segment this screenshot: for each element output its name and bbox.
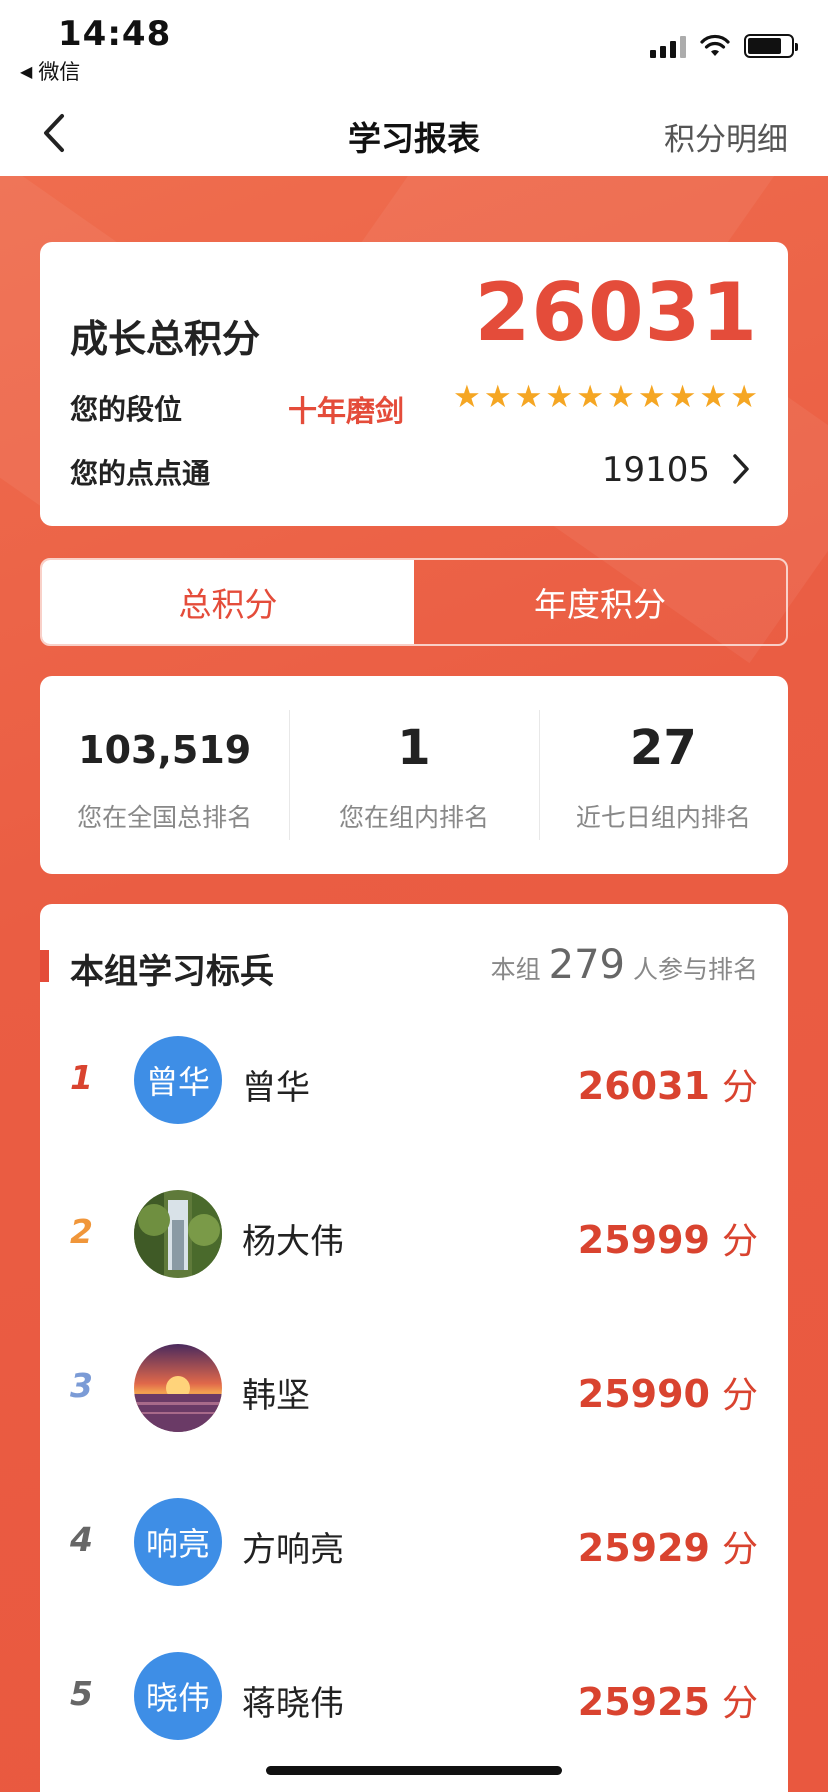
- score-value: 25929: [577, 1526, 710, 1570]
- stat-value: 1: [397, 720, 431, 776]
- avatar: 晓伟: [134, 1652, 222, 1740]
- stat-weekly-group-rank: 27 近七日组内排名: [538, 676, 788, 874]
- row-rank: 2: [70, 1212, 93, 1251]
- leaderboard-row[interactable]: 4 响亮 方响亮 25929 分: [40, 1492, 788, 1592]
- total-score: 26031: [474, 266, 758, 359]
- leaderboard-row[interactable]: 5 晓伟 蒋晓伟 25925 分: [40, 1646, 788, 1746]
- avatar: 响亮: [134, 1498, 222, 1586]
- points-value[interactable]: 19105: [602, 450, 710, 490]
- star-icon: ★: [668, 379, 697, 415]
- row-rank: 5: [70, 1674, 93, 1713]
- row-name: 韩坚: [242, 1376, 310, 1416]
- stat-value: 103,519: [78, 728, 252, 772]
- nav-bar: 学习报表 积分明细: [0, 90, 828, 176]
- leaderboard-card: 本组学习标兵 本组 279 人参与排名 1 曾华 曾华 26031 分 2 杨大…: [40, 904, 788, 1792]
- star-icon: ★: [699, 379, 728, 415]
- participant-info: 本组 279 人参与排名: [491, 942, 758, 988]
- leaderboard-row[interactable]: 2 杨大伟 25999 分: [40, 1184, 788, 1284]
- row-rank: 3: [70, 1366, 93, 1405]
- score-value: 25925: [577, 1680, 710, 1724]
- score-unit: 分: [721, 1221, 758, 1262]
- row-score: 25929 分: [578, 1520, 758, 1572]
- score-value: 26031: [577, 1064, 710, 1108]
- back-triangle-icon: ◀: [20, 61, 33, 81]
- row-rank: 1: [70, 1058, 93, 1097]
- row-name: 杨大伟: [242, 1222, 344, 1262]
- row-score: 25925 分: [578, 1674, 758, 1726]
- meta-prefix: 本组: [490, 955, 541, 984]
- star-icon: ★: [545, 379, 574, 415]
- row-score: 26031 分: [578, 1058, 758, 1110]
- wifi-icon: [700, 34, 730, 56]
- row-name: 曾华: [242, 1068, 310, 1108]
- leaderboard-row[interactable]: 1 曾华 曾华 26031 分: [40, 1030, 788, 1130]
- forest-photo-icon: [134, 1190, 222, 1278]
- back-app-label: 微信: [38, 60, 81, 84]
- score-title: 成长总积分: [70, 317, 261, 361]
- cellular-signal-icon: [650, 34, 686, 58]
- status-bar: 14:48 ◀ 微信: [0, 0, 828, 90]
- stat-value: 27: [629, 720, 697, 776]
- score-unit: 分: [721, 1683, 758, 1724]
- stat-label: 您在组内排名: [338, 803, 489, 832]
- avatar: [134, 1190, 222, 1278]
- status-time: 14:48: [58, 14, 172, 54]
- stat-label: 您在全国总排名: [77, 803, 253, 832]
- avatar: [134, 1344, 222, 1432]
- stat-national-rank: 103,519 您在全国总排名: [40, 676, 289, 874]
- status-icons: [650, 34, 798, 58]
- stat-group-rank: 1 您在组内排名: [289, 676, 538, 874]
- home-indicator[interactable]: [266, 1766, 562, 1775]
- back-to-app-link[interactable]: ◀ 微信: [20, 56, 80, 86]
- score-tabs: 总积分 年度积分: [40, 558, 788, 646]
- star-icon: ★: [637, 379, 666, 415]
- avatar: 曾华: [134, 1036, 222, 1124]
- star-icon: ★: [730, 379, 758, 415]
- star-icon: ★: [607, 379, 635, 415]
- tab-total-score[interactable]: 总积分: [42, 560, 414, 644]
- score-unit: 分: [721, 1375, 758, 1416]
- star-icon: ★: [453, 379, 481, 415]
- star-icon: ★: [576, 379, 605, 415]
- meta-suffix: 人参与排名: [632, 955, 758, 984]
- rank-label: 您的段位: [70, 393, 183, 426]
- row-rank: 4: [70, 1520, 93, 1559]
- score-value: 25990: [577, 1372, 710, 1416]
- tab-annual-score[interactable]: 年度积分: [414, 560, 786, 644]
- score-unit: 分: [721, 1067, 758, 1108]
- section-accent-bar: [40, 950, 49, 982]
- rank-name: 十年磨剑: [288, 394, 405, 428]
- row-name: 蒋晓伟: [242, 1684, 344, 1724]
- score-card: 成长总积分 26031 您的段位 十年磨剑 ★ ★ ★ ★ ★ ★ ★ ★ ★ ★ 您的点点通 1…: [40, 242, 788, 526]
- score-unit: 分: [721, 1529, 758, 1570]
- battery-icon: [744, 34, 798, 58]
- sunset-photo-icon: [134, 1344, 222, 1432]
- points-detail-link[interactable]: 积分明细: [664, 114, 788, 159]
- leaderboard-title: 本组学习标兵: [70, 952, 274, 992]
- participant-count: 279: [548, 942, 625, 988]
- chevron-right-icon[interactable]: [730, 452, 752, 486]
- row-score: 25999 分: [578, 1212, 758, 1264]
- rank-stars: ★ ★ ★ ★ ★ ★ ★ ★ ★ ★: [453, 382, 758, 413]
- score-value: 25999: [577, 1218, 710, 1262]
- star-icon: ★: [483, 379, 512, 415]
- ranking-stats-card: 103,519 您在全国总排名 1 您在组内排名 27 近七日组内排名: [40, 676, 788, 874]
- leaderboard-row[interactable]: 3 韩坚 25990 分: [40, 1338, 788, 1438]
- points-label: 您的点点通: [70, 457, 211, 490]
- row-name: 方响亮: [242, 1530, 344, 1570]
- star-icon: ★: [514, 379, 543, 415]
- row-score: 25990 分: [578, 1366, 758, 1418]
- stat-label: 近七日组内排名: [575, 803, 751, 832]
